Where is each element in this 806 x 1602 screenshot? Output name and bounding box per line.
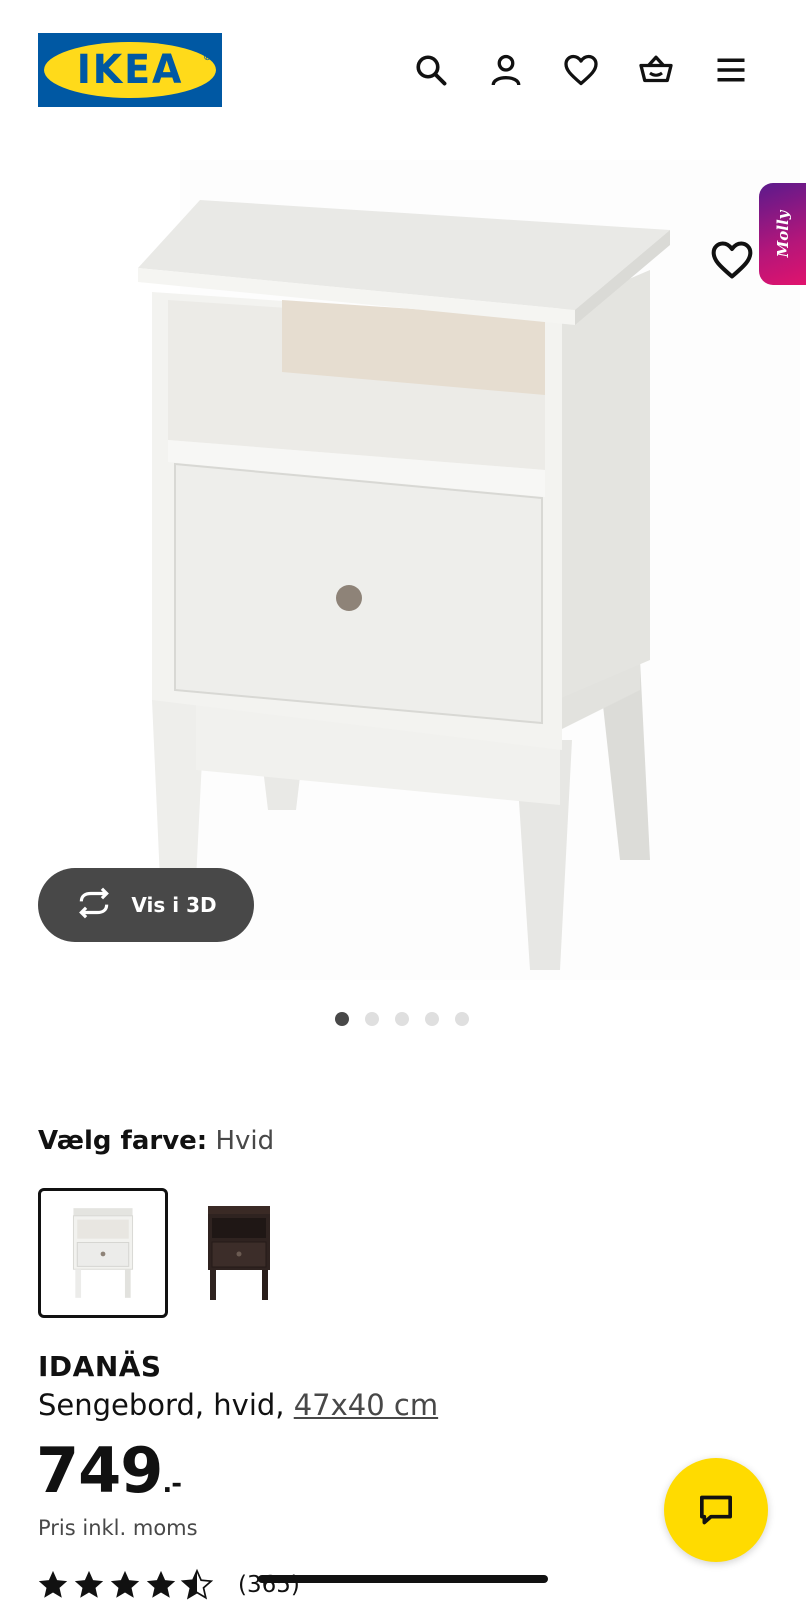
molly-label: Molly: [773, 210, 792, 258]
logo-text: IKEA: [76, 47, 184, 93]
registered-mark: ®: [203, 53, 212, 63]
product-type: Sengebord, hvid,: [38, 1388, 294, 1422]
chat-button[interactable]: [664, 1458, 768, 1562]
carousel-dot[interactable]: [365, 1012, 379, 1026]
swatch-white[interactable]: [38, 1188, 168, 1318]
rotate-3d-icon: [75, 884, 113, 927]
image-heart-icon[interactable]: [710, 238, 754, 282]
header: IKEA ®: [0, 0, 806, 140]
chat-bubble-icon: [700, 1495, 732, 1525]
star-icon: [110, 1570, 140, 1598]
star-icon: [38, 1570, 68, 1598]
price-note: Pris inkl. moms: [38, 1516, 198, 1540]
ikea-logo[interactable]: IKEA ®: [38, 33, 222, 107]
view-in-3d-button[interactable]: Vis i 3D: [38, 868, 254, 942]
menu-icon[interactable]: [711, 50, 751, 90]
account-icon[interactable]: [486, 50, 526, 90]
swatch-dark-brown[interactable]: [174, 1188, 304, 1318]
price-value: 749: [36, 1434, 163, 1507]
product-name: IDANÄS: [38, 1350, 162, 1383]
heart-icon[interactable]: [561, 50, 601, 90]
carousel-dot[interactable]: [425, 1012, 439, 1026]
star-icon: [146, 1570, 176, 1598]
color-chooser-label: Vælg farve: Hvid: [38, 1126, 274, 1156]
view-in-3d-label: Vis i 3D: [131, 893, 217, 917]
home-indicator: [258, 1575, 548, 1583]
rating[interactable]: (365): [36, 1568, 300, 1602]
product-image[interactable]: [0, 150, 806, 980]
search-icon[interactable]: [411, 50, 451, 90]
product-description: Sengebord, hvid, 47x40 cm: [38, 1388, 438, 1422]
price-suffix: .-: [162, 1469, 182, 1499]
carousel-dot[interactable]: [395, 1012, 409, 1026]
carousel-dot[interactable]: [455, 1012, 469, 1026]
product-price: 749.-: [36, 1434, 182, 1507]
color-value: Hvid: [215, 1126, 275, 1156]
half-star-icon: [180, 1568, 214, 1600]
basket-icon[interactable]: [636, 50, 676, 90]
molly-chat-tab[interactable]: Molly: [759, 183, 806, 285]
star-icon: [74, 1570, 104, 1598]
carousel-dots: [335, 1012, 469, 1026]
carousel-dot[interactable]: [335, 1012, 349, 1026]
color-label: Vælg farve:: [38, 1126, 208, 1156]
dimensions-link[interactable]: 47x40 cm: [294, 1388, 438, 1422]
